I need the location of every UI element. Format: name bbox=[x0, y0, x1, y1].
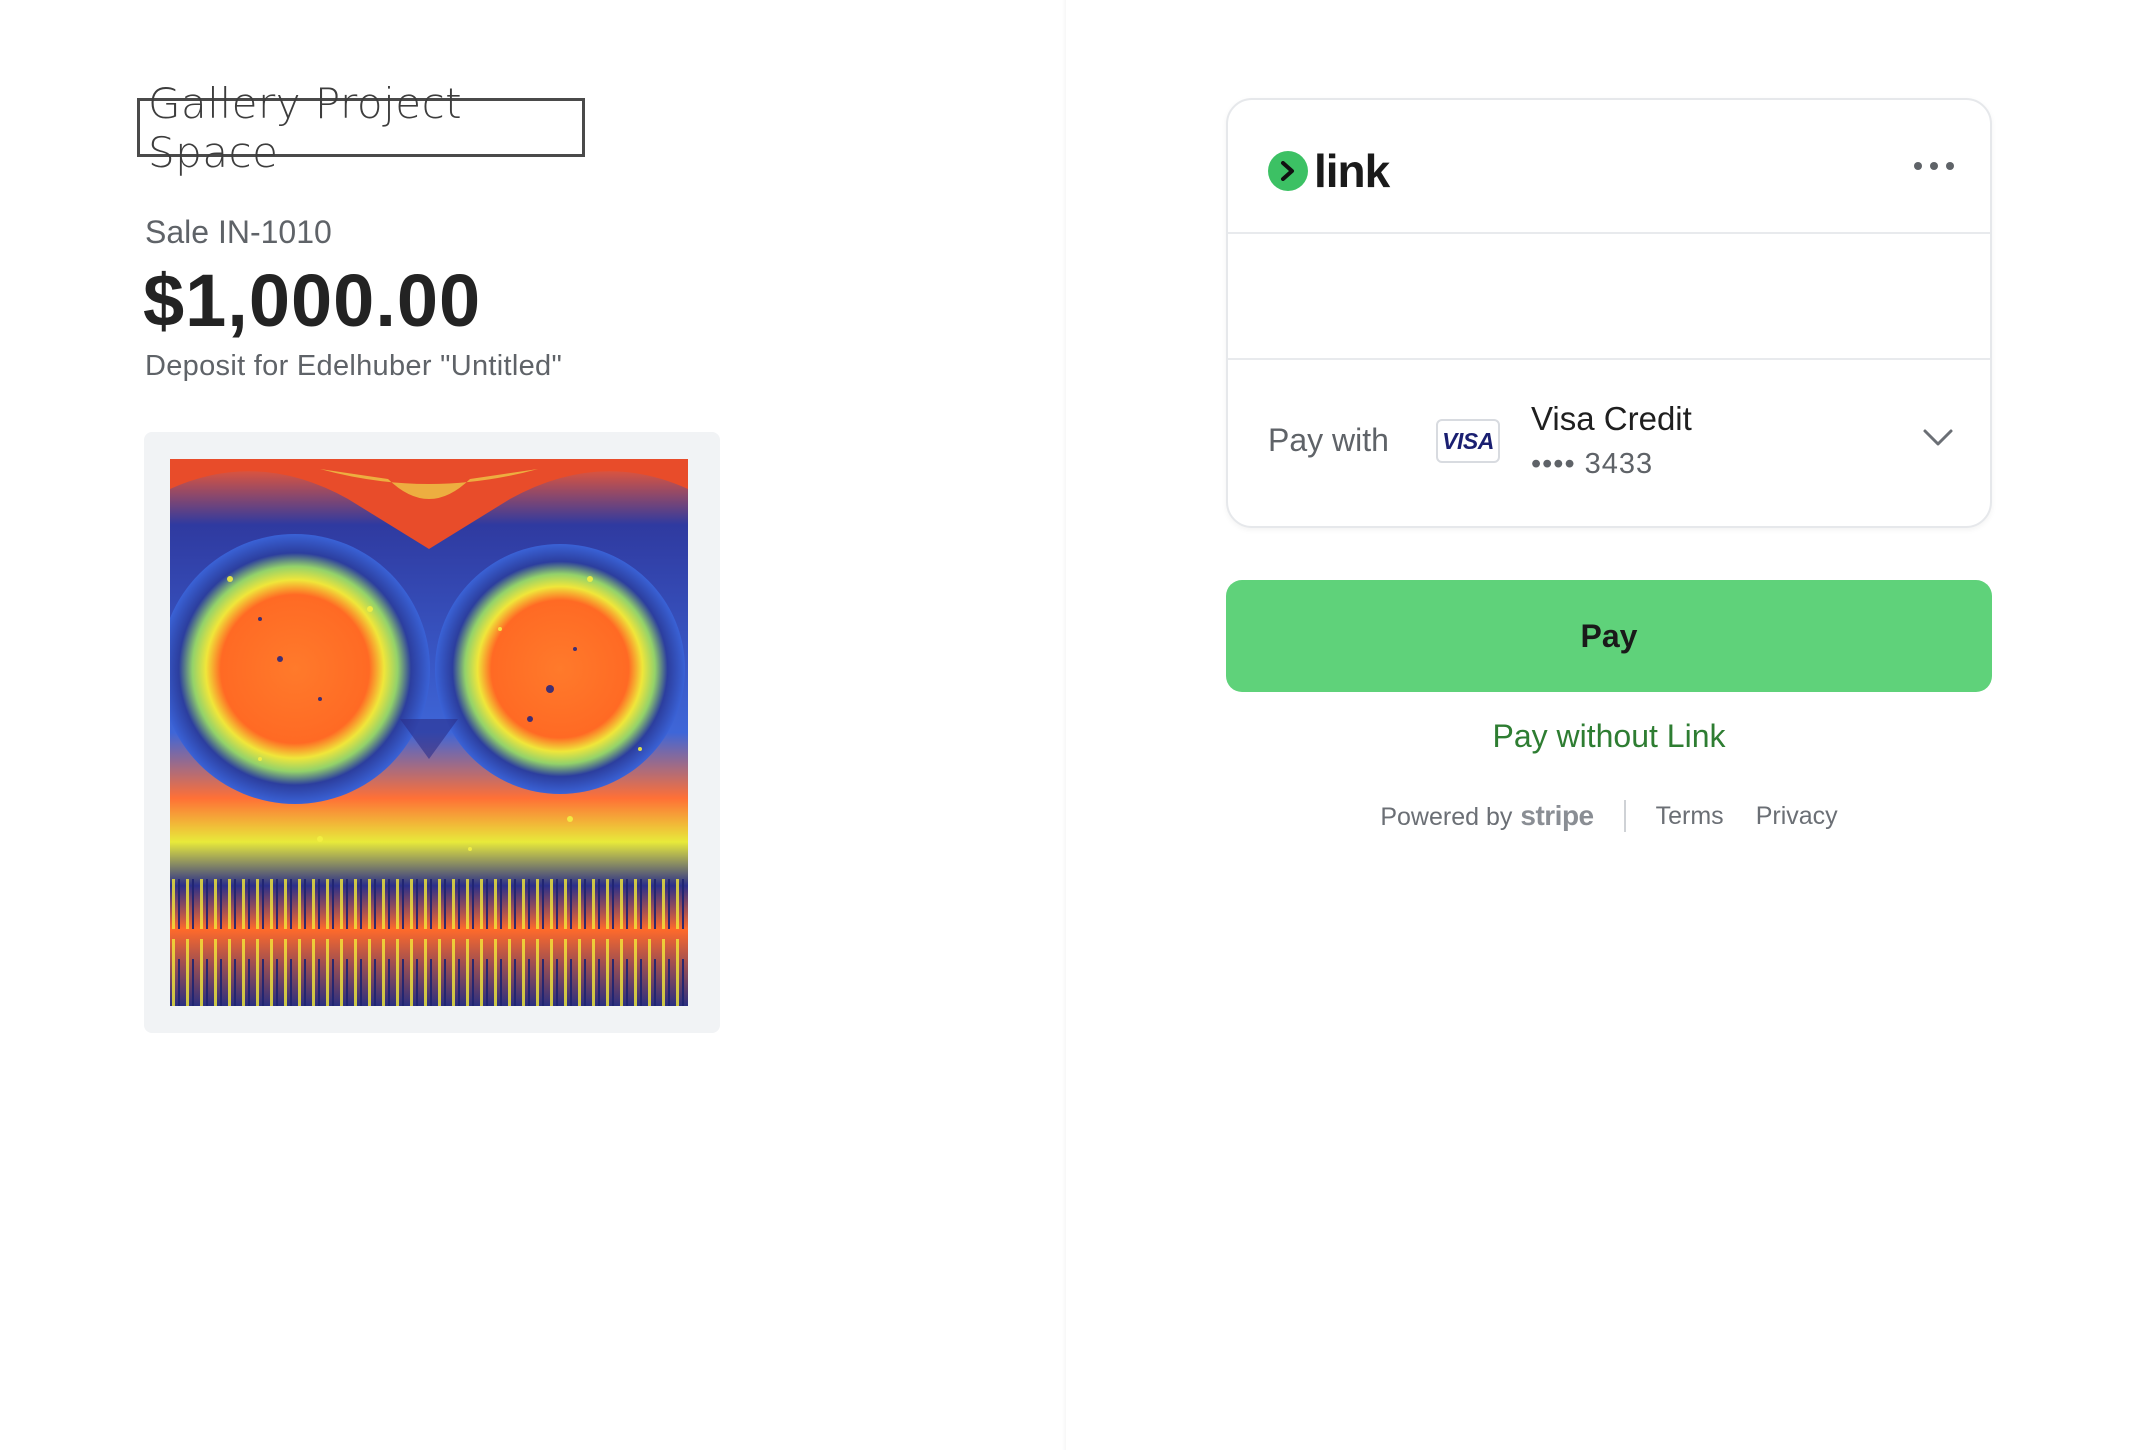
pay-button[interactable]: Pay bbox=[1226, 580, 1992, 692]
artwork-image bbox=[170, 459, 688, 1006]
chevron-down-icon[interactable] bbox=[1922, 426, 1954, 450]
visa-card-icon: VISA bbox=[1436, 419, 1500, 463]
link-card-spacer bbox=[1228, 234, 1990, 360]
link-card-header: link bbox=[1228, 100, 1990, 234]
pay-with-label: Pay with bbox=[1268, 422, 1389, 458]
merchant-logo[interactable]: Gallery Project Space bbox=[137, 79, 585, 177]
stripe-logo: stripe bbox=[1520, 800, 1594, 831]
sale-id: Sale IN-1010 bbox=[145, 214, 332, 250]
link-payment-card: link Pay with VISA Visa Credit •••• 3433 bbox=[1226, 98, 1992, 528]
checkout-footer: Powered by stripe Terms Privacy bbox=[1226, 800, 1992, 832]
sale-description: Deposit for Edelhuber "Untitled" bbox=[145, 350, 563, 382]
link-arrow-icon bbox=[1268, 151, 1308, 191]
checkout-page: Gallery Project Space Sale IN-1010 $1,00… bbox=[0, 0, 2130, 1450]
payment-panel: link Pay with VISA Visa Credit •••• 3433… bbox=[1066, 0, 2130, 1450]
card-last4: •••• 3433 bbox=[1531, 448, 1654, 480]
artwork-frame bbox=[144, 432, 720, 1033]
pay-without-link-button[interactable]: Pay without Link bbox=[1226, 718, 1992, 755]
order-summary-panel: Gallery Project Space Sale IN-1010 $1,00… bbox=[0, 0, 1066, 1450]
powered-by-stripe[interactable]: Powered by stripe bbox=[1380, 800, 1594, 832]
terms-link[interactable]: Terms bbox=[1656, 802, 1724, 831]
payment-method-selector[interactable]: Pay with VISA Visa Credit •••• 3433 bbox=[1228, 362, 1990, 526]
link-logo: link bbox=[1268, 144, 1390, 198]
link-wordmark: link bbox=[1314, 145, 1390, 197]
merchant-name: Gallery Project Space bbox=[148, 78, 463, 177]
total-amount: $1,000.00 bbox=[143, 259, 482, 342]
footer-divider bbox=[1623, 800, 1626, 832]
card-name: Visa Credit bbox=[1531, 400, 1692, 437]
more-icon[interactable] bbox=[1914, 156, 1954, 176]
powered-by-label: Powered by bbox=[1380, 803, 1513, 831]
privacy-link[interactable]: Privacy bbox=[1756, 802, 1838, 831]
